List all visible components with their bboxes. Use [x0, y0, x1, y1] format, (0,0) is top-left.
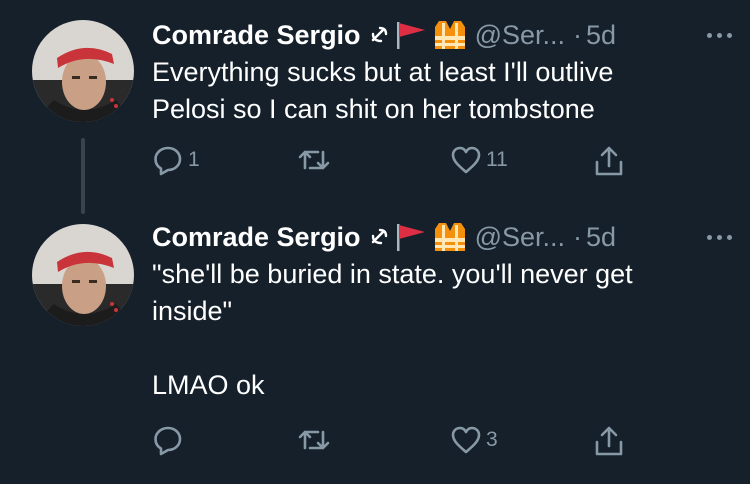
author-handle[interactable]: @Ser... [475, 222, 565, 253]
timestamp[interactable]: 5d [586, 222, 616, 253]
tweet-text: "she'll be buried in state. you'll never… [152, 259, 633, 400]
share-icon [593, 144, 625, 178]
hammer-sickle-icon [369, 25, 389, 45]
author-name[interactable]: Comrade Sergio [152, 222, 361, 253]
avatar[interactable] [32, 224, 134, 326]
retweet-button[interactable] [296, 424, 336, 456]
tweet[interactable]: Comrade Sergio @Ser... · 5d "she'll be b… [0, 200, 750, 484]
retweet-icon [296, 144, 332, 176]
like-icon [450, 424, 482, 456]
share-button[interactable] [593, 144, 625, 178]
author-name[interactable]: Comrade Sergio [152, 20, 361, 51]
tweet-actions: 1 11 [152, 144, 672, 184]
like-button[interactable]: 3 [450, 424, 498, 456]
tweet-text: Everything sucks but at least I'll outli… [152, 57, 614, 124]
red-flag-icon [395, 20, 427, 50]
more-options-icon[interactable] [707, 234, 732, 240]
reply-button[interactable] [152, 424, 188, 456]
tweet[interactable]: Comrade Sergio @Ser... · 5d Everything s… [0, 0, 750, 214]
like-button[interactable]: 11 [450, 144, 508, 176]
safety-vest-icon [433, 19, 467, 51]
more-options-icon[interactable] [707, 32, 732, 38]
safety-vest-icon [433, 221, 467, 253]
share-button[interactable] [593, 424, 625, 458]
reply-icon [152, 144, 184, 176]
like-count: 11 [486, 148, 508, 171]
like-icon [450, 144, 482, 176]
tweet-header: Comrade Sergio @Ser... · 5d [152, 220, 750, 254]
retweet-button[interactable] [296, 144, 336, 176]
timestamp[interactable]: 5d [586, 20, 616, 51]
reply-icon [152, 424, 184, 456]
reply-button[interactable]: 1 [152, 144, 200, 176]
author-handle[interactable]: @Ser... [475, 20, 565, 51]
like-count: 3 [486, 428, 498, 451]
tweet-actions: 3 [152, 424, 672, 464]
share-icon [593, 424, 625, 458]
hammer-sickle-icon [369, 227, 389, 247]
tweet-header: Comrade Sergio @Ser... · 5d [152, 18, 750, 52]
separator-dot: · [573, 19, 583, 50]
red-flag-icon [395, 222, 427, 252]
retweet-icon [296, 424, 332, 456]
separator-dot: · [573, 221, 583, 252]
avatar[interactable] [32, 20, 134, 122]
reply-count: 1 [188, 148, 200, 171]
